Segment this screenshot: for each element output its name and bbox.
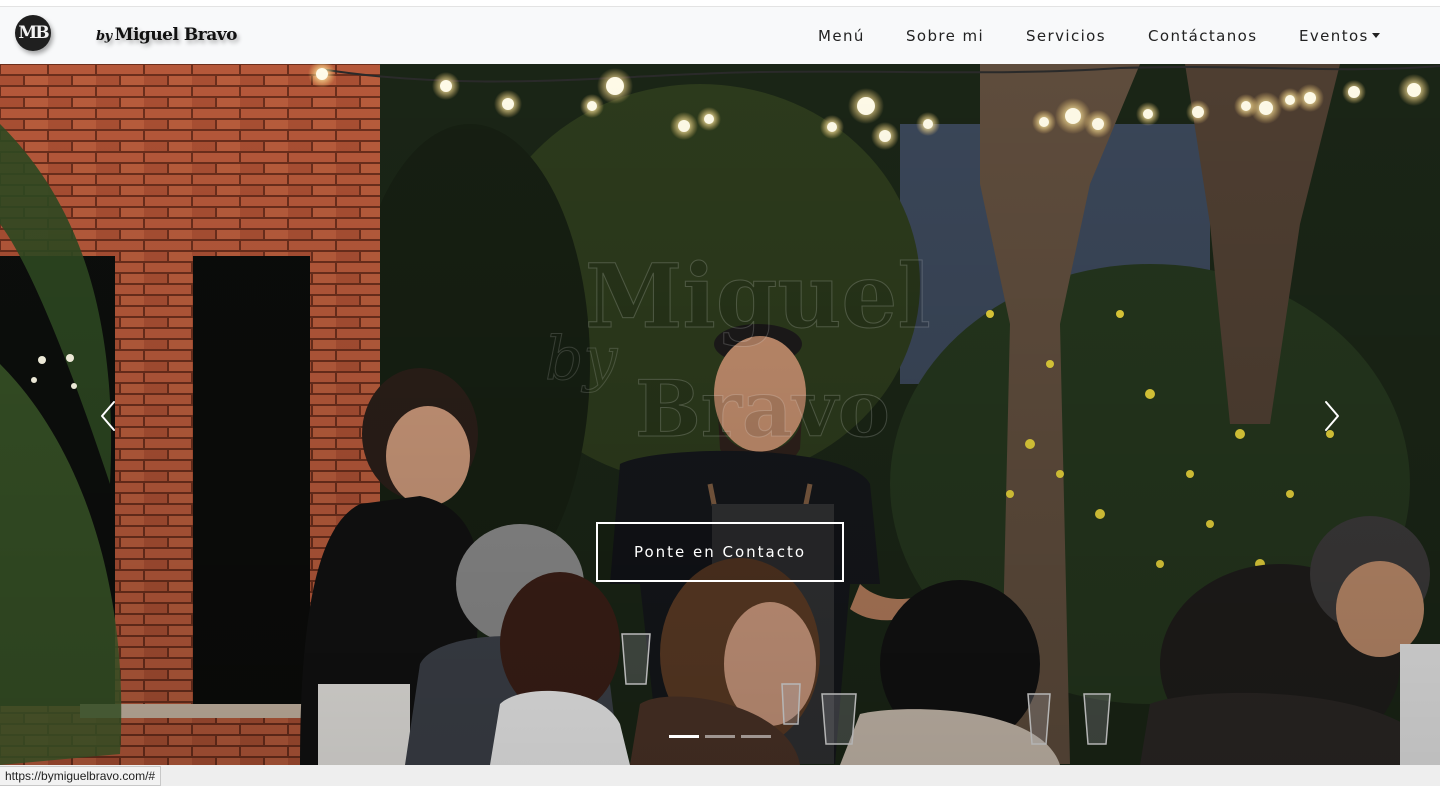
browser-status-url: https://bymiguelbravo.com/# (0, 766, 162, 786)
brand-monogram-text: MB (18, 23, 49, 43)
chevron-right-icon (1325, 401, 1339, 431)
carousel-indicators (669, 735, 771, 738)
brand-by: by (96, 29, 112, 44)
carousel-indicator-2[interactable] (705, 735, 735, 738)
nav-item-eventos-dropdown[interactable]: Eventos (1299, 27, 1380, 45)
caret-down-icon (1371, 33, 1380, 38)
carousel-indicator-1[interactable] (669, 735, 699, 738)
nav-item-servicios[interactable]: Servicios (1026, 27, 1106, 45)
hero-photo (0, 64, 1440, 765)
contact-cta-button[interactable]: Ponte en Contacto (596, 522, 844, 582)
nav-item-contactanos[interactable]: Contáctanos (1148, 27, 1257, 45)
page-bottom (0, 765, 1440, 786)
brand-wordmark[interactable]: by Miguel Bravo (96, 25, 237, 49)
carousel-indicator-3[interactable] (741, 735, 771, 738)
brand-monogram-logo[interactable]: MB (15, 15, 51, 51)
nav-item-eventos-label: Eventos (1299, 27, 1369, 45)
brand-name: Miguel Bravo (114, 25, 238, 45)
chevron-left-icon (101, 401, 115, 431)
nav-item-menu[interactable]: Menú (818, 27, 865, 45)
hero-carousel: Miguel by Bravo Ponte en Contacto (0, 64, 1440, 765)
nav-item-sobre-mi[interactable]: Sobre mi (906, 27, 984, 45)
carousel-prev-button[interactable] (94, 399, 124, 433)
navbar: MB by Miguel Bravo Menú Sobre mi Servicio… (0, 7, 1440, 64)
carousel-next-button[interactable] (1316, 399, 1346, 433)
browser-top-edge (0, 0, 1440, 7)
